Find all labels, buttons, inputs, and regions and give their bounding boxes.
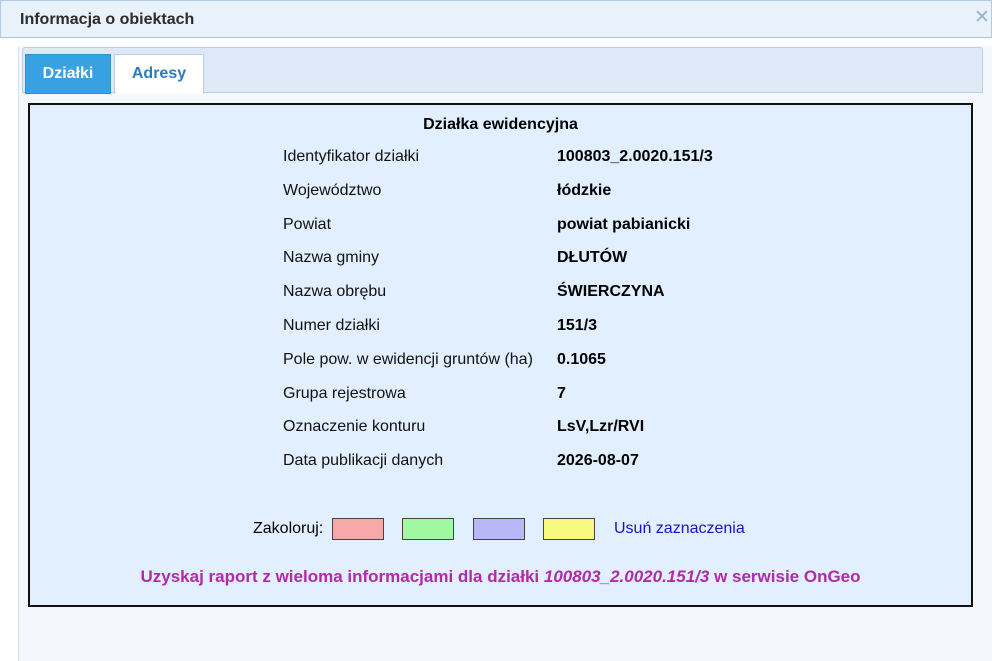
attribute-label: Nazwa obrębu	[283, 283, 387, 301]
color-swatch-yellow[interactable]	[543, 518, 595, 540]
attribute-value: powiat pabianicki	[557, 215, 691, 233]
attribute-value: 2026-08-07	[557, 452, 639, 470]
attribute-row: Pole pow. w ewidencji gruntów (ha) 0.106…	[283, 351, 883, 385]
tab-bar: Działki Adresy	[22, 47, 983, 94]
report-parcel-id: 100803_2.0020.151/3	[543, 567, 710, 586]
attribute-label: Nazwa gminy	[283, 249, 380, 267]
attribute-row: Nazwa obrębu ŚWIERCZYNA	[283, 283, 883, 317]
attribute-value: 151/3	[557, 316, 598, 334]
attribute-label: Oznaczenie konturu	[283, 418, 426, 436]
attribute-label: Data publikacji danych	[283, 452, 444, 470]
color-swatch-blue[interactable]	[473, 518, 525, 540]
attribute-label: Numer działki	[283, 316, 380, 334]
attribute-value: łódzkie	[557, 181, 612, 199]
color-swatch-red[interactable]	[332, 518, 384, 540]
attribute-label: Grupa rejestrowa	[283, 384, 406, 402]
attribute-label: Pole pow. w ewidencji gruntów (ha)	[283, 350, 533, 368]
attribute-label: Województwo	[283, 181, 382, 199]
color-swatch-green[interactable]	[402, 518, 454, 540]
parcel-heading: Działka ewidencyjna	[423, 116, 578, 133]
attribute-value: ŚWIERCZYNA	[557, 283, 665, 301]
attribute-row: Nazwa gminy DŁUTÓW	[283, 249, 883, 283]
dialog-title: Informacja o obiektach	[20, 11, 195, 28]
close-icon[interactable]: ✕	[973, 8, 991, 27]
attribute-row: Województwo łódzkie	[283, 182, 883, 216]
attribute-label: Powiat	[283, 215, 332, 233]
colorize-label: Zakoloruj:	[253, 520, 324, 537]
tab-adresy[interactable]: Adresy	[114, 54, 204, 94]
attribute-value: DŁUTÓW	[557, 249, 628, 267]
report-suffix: w serwisie OnGeo	[709, 567, 861, 586]
colorize-toolbar: Zakoloruj: Usuń zaznaczenia	[253, 518, 813, 542]
parcel-info-panel: Działka ewidencyjna Identyfikator działk…	[28, 103, 973, 607]
attribute-value: 100803_2.0020.151/3	[557, 148, 713, 165]
attribute-value: 7	[557, 384, 566, 402]
attribute-value: LsV,Lzr/RVI	[557, 418, 645, 436]
attribute-row: Oznaczenie konturu LsV,Lzr/RVI	[283, 418, 883, 452]
attribute-value: 0.1065	[557, 350, 606, 368]
clear-selection-link[interactable]: Usuń zaznaczenia	[614, 520, 745, 538]
attribute-row: Grupa rejestrowa 7	[283, 385, 883, 419]
attribute-row: Data publikacji danych 2026-08-07	[283, 452, 883, 486]
tab-dzialki[interactable]: Działki	[25, 54, 111, 94]
report-prefix: Uzyskaj raport z wieloma informacjami dl…	[140, 567, 544, 586]
attribute-row: Numer działki 151/3	[283, 317, 883, 351]
ongeo-report-link[interactable]: Uzyskaj raport z wieloma informacjami dl…	[30, 567, 971, 587]
attribute-row: Identyfikator działki 100803_2.0020.151/…	[283, 148, 883, 182]
attribute-label: Identyfikator działki	[283, 148, 420, 165]
attribute-row: Powiat powiat pabianicki	[283, 216, 883, 250]
parcel-attributes: Identyfikator działki 100803_2.0020.151/…	[283, 148, 883, 486]
dialog-titlebar: Informacja o obiektach ✕	[0, 0, 992, 38]
